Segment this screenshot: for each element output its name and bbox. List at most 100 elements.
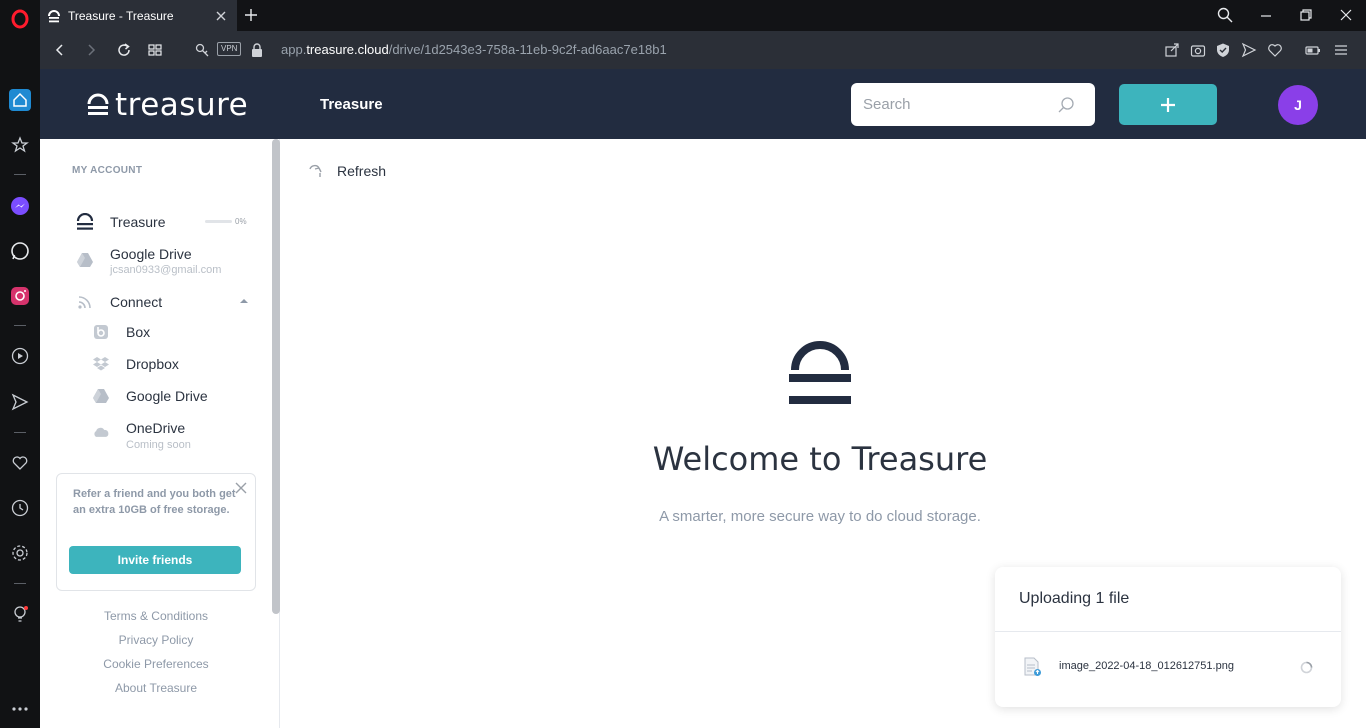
coming-soon-label: Coming soon bbox=[126, 439, 191, 451]
logo-text: treasure bbox=[115, 87, 249, 123]
section-label-my-account: MY ACCOUNT bbox=[72, 165, 143, 176]
sidebar-item-text: Google Drive jcsan0933@gmail.com bbox=[110, 245, 221, 277]
reload-icon[interactable] bbox=[116, 42, 132, 58]
connect-item-label: Google Drive bbox=[126, 388, 208, 404]
back-icon[interactable] bbox=[52, 42, 68, 58]
sidebar-divider bbox=[14, 583, 26, 584]
close-window-icon[interactable] bbox=[1338, 7, 1354, 23]
app-sidebar: MY ACCOUNT Treasure 0% Google Drive jcsa… bbox=[40, 139, 280, 728]
snapshot-camera-icon[interactable] bbox=[1190, 42, 1206, 58]
treasure-logo[interactable]: treasure bbox=[87, 87, 248, 123]
history-clock-icon[interactable] bbox=[9, 497, 31, 519]
messenger-icon[interactable] bbox=[9, 195, 31, 217]
welcome-title: Welcome to Treasure bbox=[652, 440, 988, 478]
about-treasure-link[interactable]: About Treasure bbox=[40, 681, 272, 695]
referral-promo-card: Refer a friend and you both get an extra… bbox=[56, 473, 256, 591]
avatar[interactable]: J bbox=[1278, 85, 1318, 125]
address-bar: VPN app.treasure.cloud/drive/1d2543e3-75… bbox=[40, 31, 1366, 69]
lock-icon[interactable] bbox=[249, 42, 265, 58]
upload-file-name: image_2022-04-18_012612751.png bbox=[1059, 660, 1234, 672]
invite-friends-button[interactable]: Invite friends bbox=[69, 546, 241, 574]
more-dots-icon[interactable] bbox=[9, 698, 31, 720]
loading-spinner-icon bbox=[1300, 661, 1313, 674]
chevron-up-icon[interactable] bbox=[240, 298, 248, 304]
privacy-policy-link[interactable]: Privacy Policy bbox=[40, 633, 272, 647]
sidebar-item-label: Treasure bbox=[110, 214, 166, 230]
sidebar-scrollbar[interactable] bbox=[272, 139, 280, 614]
vpn-badge[interactable]: VPN bbox=[217, 42, 242, 56]
sidebar-divider bbox=[14, 325, 26, 326]
minimize-window-icon[interactable] bbox=[1258, 7, 1274, 23]
tab-title: Treasure - Treasure bbox=[68, 8, 174, 23]
terms-link[interactable]: Terms & Conditions bbox=[40, 609, 272, 623]
close-icon[interactable] bbox=[235, 482, 247, 494]
adblock-shield-icon[interactable] bbox=[1215, 42, 1231, 58]
treasure-favicon-icon bbox=[46, 8, 62, 24]
search-icon[interactable] bbox=[1057, 96, 1075, 114]
battery-saver-icon[interactable] bbox=[1305, 42, 1321, 58]
plus-icon bbox=[1160, 97, 1176, 113]
tabs-grid-icon[interactable] bbox=[147, 42, 163, 58]
divider bbox=[995, 631, 1341, 632]
treasure-icon bbox=[74, 211, 96, 233]
connect-item-text: OneDrive Coming soon bbox=[126, 419, 191, 452]
easy-setup-menu-icon[interactable] bbox=[1333, 42, 1349, 58]
close-tab-icon[interactable] bbox=[213, 8, 229, 24]
url-domain: treasure.cloud bbox=[306, 42, 389, 57]
sidebar-item-connect[interactable]: Connect bbox=[74, 291, 162, 313]
search-input[interactable] bbox=[851, 83, 1051, 126]
sidebar-item-label: Connect bbox=[110, 294, 163, 310]
upload-title: Uploading 1 file bbox=[1019, 590, 1130, 607]
dropbox-icon bbox=[92, 355, 110, 373]
settings-gear-icon[interactable] bbox=[9, 542, 31, 564]
account-email: jcsan0933@gmail.com bbox=[110, 264, 222, 276]
cookie-preferences-link[interactable]: Cookie Preferences bbox=[40, 657, 272, 671]
treasure-large-logo-icon bbox=[789, 340, 851, 407]
connect-item-label: Dropbox bbox=[126, 356, 179, 372]
heart-icon[interactable] bbox=[9, 452, 31, 474]
add-button[interactable] bbox=[1119, 84, 1217, 125]
site-info-key-icon[interactable] bbox=[194, 42, 210, 58]
connect-item-label: OneDrive bbox=[126, 420, 186, 436]
connect-item-dropbox[interactable]: Dropbox bbox=[92, 355, 179, 373]
sidebar-item-google-drive[interactable]: Google Drive jcsan0933@gmail.com bbox=[74, 245, 221, 277]
connect-item-google-drive[interactable]: Google Drive bbox=[92, 387, 208, 405]
connect-item-onedrive[interactable]: OneDrive Coming soon bbox=[92, 419, 191, 452]
whatsapp-icon[interactable] bbox=[9, 240, 31, 262]
send-icon[interactable] bbox=[9, 391, 31, 413]
tab-search-icon[interactable] bbox=[1217, 7, 1233, 23]
url-field[interactable]: app.treasure.cloud/drive/1d2543e3-758a-1… bbox=[281, 42, 667, 57]
tab-treasure[interactable]: Treasure - Treasure bbox=[40, 0, 237, 31]
sidebar-item-label: Google Drive bbox=[110, 246, 192, 262]
speed-dial-home-icon[interactable] bbox=[9, 89, 31, 111]
storage-progress-bar bbox=[205, 220, 232, 223]
share-icon[interactable] bbox=[1164, 42, 1180, 58]
sidebar-item-treasure[interactable]: Treasure bbox=[74, 211, 166, 233]
instagram-icon[interactable] bbox=[9, 285, 31, 307]
player-icon[interactable] bbox=[9, 345, 31, 367]
opera-logo-icon[interactable] bbox=[9, 8, 31, 30]
file-image-icon bbox=[1024, 657, 1042, 677]
page-title: Treasure bbox=[320, 96, 383, 113]
new-tab-plus-icon[interactable] bbox=[243, 7, 259, 23]
google-drive-icon bbox=[92, 387, 110, 405]
url-path: /drive/1d2543e3-758a-11eb-9c2f-ad6aac7e1… bbox=[388, 42, 667, 57]
send-page-icon[interactable] bbox=[1241, 42, 1257, 58]
search-box bbox=[851, 83, 1095, 126]
sidebar-divider bbox=[14, 432, 26, 433]
restore-window-icon[interactable] bbox=[1298, 7, 1314, 23]
app-header: treasure Treasure J bbox=[40, 69, 1366, 139]
tab-bar: Treasure - Treasure bbox=[40, 0, 1366, 31]
browser-sidebar bbox=[0, 0, 40, 728]
connect-item-box[interactable]: Box bbox=[92, 323, 150, 341]
forward-icon[interactable] bbox=[83, 42, 99, 58]
refresh-button[interactable]: Refresh bbox=[307, 163, 386, 179]
treasure-logo-icon bbox=[87, 92, 109, 118]
storage-percent: 0% bbox=[235, 217, 247, 226]
rss-feed-icon bbox=[74, 291, 96, 313]
bookmarks-icon[interactable] bbox=[9, 134, 31, 156]
google-drive-icon bbox=[74, 249, 96, 271]
refresh-icon bbox=[307, 163, 323, 179]
lightbulb-icon[interactable] bbox=[9, 603, 31, 625]
bookmark-heart-icon[interactable] bbox=[1267, 42, 1283, 58]
